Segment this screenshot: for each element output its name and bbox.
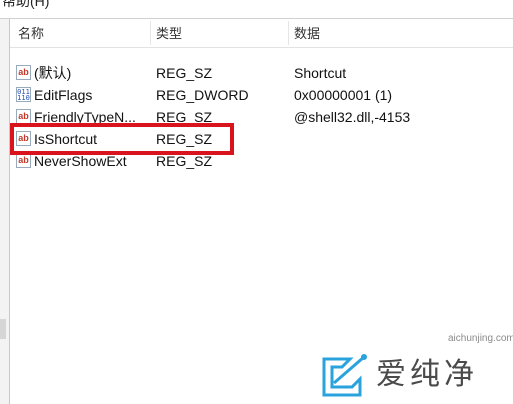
string-value-icon: ab (16, 65, 31, 80)
value-data: Shortcut (294, 65, 347, 81)
value-name: EditFlags (34, 87, 93, 103)
highlight-box (10, 123, 234, 155)
table-row[interactable]: 011 110 EditFlags REG_DWORD 0x00000001 (1… (10, 84, 513, 106)
watermark-text: 爱纯净 (376, 357, 478, 392)
column-header-type[interactable]: 类型 (156, 19, 182, 47)
value-data (294, 128, 504, 150)
menu-bar: 帮助(H) (0, 0, 513, 19)
column-divider[interactable] (288, 21, 289, 45)
tree-pane-edge[interactable] (0, 19, 10, 404)
table-row[interactable]: ab (默认) REG_SZ Shortcut (10, 62, 513, 84)
watermark-url: aichunjing.com (448, 333, 513, 344)
value-type: REG_SZ (156, 65, 213, 81)
value-name: (默认) (34, 65, 72, 81)
menu-help[interactable]: 帮助(H) (0, 0, 51, 10)
value-data: 0x00000001 (1) (294, 87, 393, 103)
tree-scrollbar-thumb[interactable] (0, 319, 6, 339)
value-type: REG_DWORD (156, 87, 249, 103)
string-value-icon: ab (16, 109, 31, 124)
column-header-data[interactable]: 数据 (294, 19, 320, 47)
watermark: aichunjing.com 爱纯净 (320, 333, 513, 401)
watermark-logo-icon (322, 354, 367, 397)
binary-value-icon: 011 110 (16, 87, 31, 102)
list-header: 名称 类型 数据 (10, 19, 513, 48)
string-value-icon: ab (16, 153, 31, 168)
value-data (294, 150, 504, 172)
value-data: @shell32.dll,-4153 (294, 109, 411, 125)
column-header-name[interactable]: 名称 (18, 19, 44, 47)
column-divider[interactable] (150, 21, 151, 45)
